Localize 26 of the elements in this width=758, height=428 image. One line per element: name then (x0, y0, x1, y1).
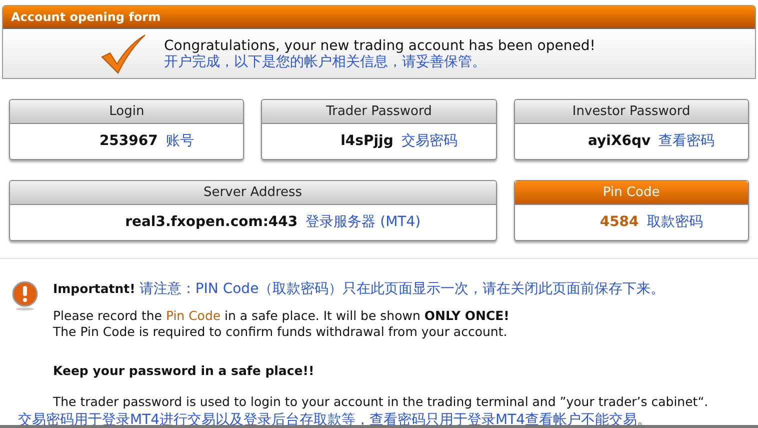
card-header: Trader Password (262, 100, 496, 124)
card-header: Investor Password (514, 100, 748, 124)
card-header: Server Address (10, 181, 496, 205)
success-message-chinese: 开户完成，以下是您的帐户相关信息，请妥善保管。 (164, 54, 487, 70)
password-heading: Keep your password in a safe place!! (53, 362, 316, 380)
card-value: l4sPjjg (340, 132, 394, 151)
card-value: real3.fxopen.com:443 (125, 213, 298, 232)
card-note: 查看密码 (658, 132, 715, 151)
card-header: Login (10, 100, 244, 124)
card-header: Pin Code (514, 181, 748, 205)
record-pin-text: Please record the Pin Code in a safe place. It will be shown ONLY ONCE! (53, 308, 510, 324)
card-value: 4584 (600, 213, 639, 232)
card-value: 253967 (99, 132, 158, 151)
card-value: ayiX6qv (588, 132, 651, 151)
pin-required-text: The Pin Code is required to confirm funds withdrawal from your account. (53, 324, 508, 340)
important-heading: Importatnt! (53, 280, 136, 298)
success-message: Congratulations, your new trading account has been opened! (164, 38, 596, 54)
important-note-chinese: 请注意：PIN Code（取款密码）只在此页面显示一次，请在关闭此页面前保存下来。 (139, 280, 665, 299)
password-text: The trader password is used to login to your account in the trading terminal and ”your trader’s cabinet“. (53, 392, 708, 411)
card-note: 账号 (166, 132, 194, 151)
card-note: 交易密码 (401, 132, 458, 151)
card-note: 登录服务器 (MT4) (306, 213, 421, 232)
warning-icon (11, 281, 39, 311)
card-note: 取款密码 (646, 213, 703, 232)
checkmark-icon (100, 32, 146, 74)
window-title: Account opening form (3, 6, 755, 28)
